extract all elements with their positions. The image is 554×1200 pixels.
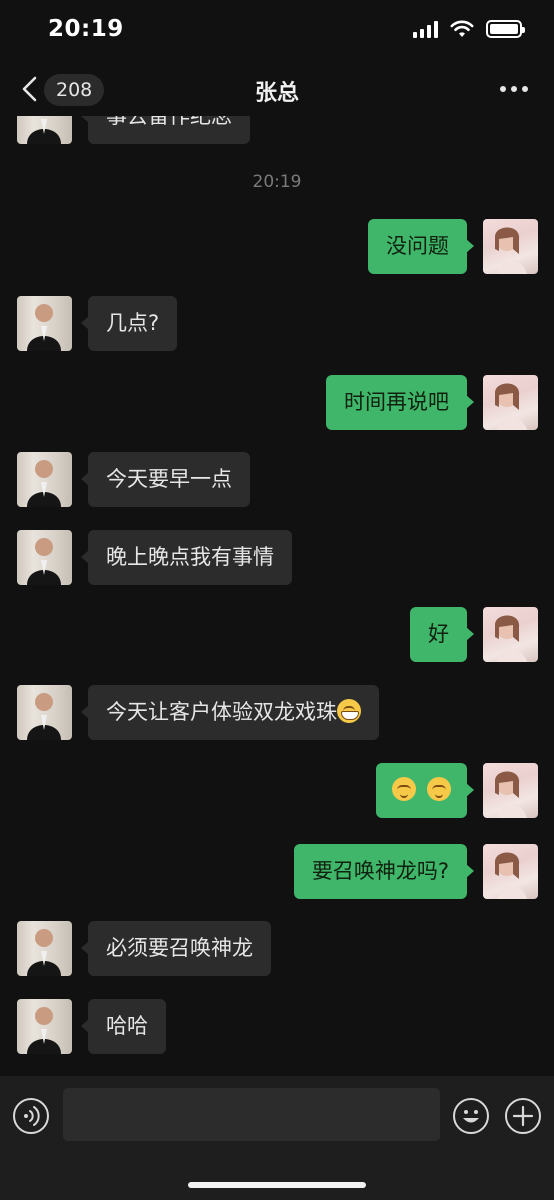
message-bubble-incoming[interactable]: 晚上晚点我有事情 <box>81 530 292 585</box>
status-time: 20:19 <box>48 16 124 42</box>
chat-header: 208 张总 <box>0 62 554 116</box>
emoji-icon[interactable] <box>453 1098 489 1134</box>
contact-avatar[interactable] <box>17 116 72 144</box>
contact-avatar[interactable] <box>17 452 72 507</box>
message-input[interactable] <box>63 1088 440 1141</box>
message-bubble-incoming[interactable]: 几点? <box>80 296 178 351</box>
contact-avatar[interactable] <box>17 921 72 976</box>
wifi-icon <box>450 20 474 37</box>
blushing-emoji-icon <box>427 777 451 801</box>
my-avatar[interactable] <box>483 219 538 274</box>
message-list[interactable]: 事去留作纪念 20:19 没问题 几点? 时间再说吧 今天要早一点 晚上晚点我有… <box>0 116 554 1076</box>
status-bar: 20:19 <box>0 0 554 62</box>
battery-icon <box>486 20 525 38</box>
message-bubble-incoming[interactable]: 哈哈 <box>81 999 166 1054</box>
more-dots-icon[interactable] <box>500 86 528 92</box>
contact-avatar[interactable] <box>17 999 72 1054</box>
input-bar <box>0 1076 554 1200</box>
message-bubble-outgoing[interactable]: 没问题 <box>368 219 474 274</box>
message-bubble-incoming[interactable]: 今天要早一点 <box>81 452 250 507</box>
message-bubble-incoming[interactable]: 今天让客户体验双龙戏珠 <box>81 685 379 740</box>
voice-icon[interactable] <box>13 1098 49 1134</box>
message-bubble-outgoing[interactable]: 要召唤神龙吗? <box>293 844 475 899</box>
contact-avatar[interactable] <box>17 296 72 351</box>
my-avatar[interactable] <box>483 763 538 818</box>
status-icons <box>413 20 525 38</box>
message-bubble-incoming[interactable]: 必须要召唤神龙 <box>81 921 271 976</box>
message-bubble-outgoing[interactable]: 时间再说吧 <box>326 375 474 430</box>
home-indicator <box>188 1182 366 1188</box>
message-bubble-outgoing[interactable] <box>376 763 474 818</box>
chat-title: 张总 <box>254 81 299 106</box>
contact-avatar[interactable] <box>17 530 72 585</box>
plus-icon[interactable] <box>505 1098 541 1134</box>
message-bubble[interactable]: 事去留作纪念 <box>81 116 250 144</box>
cellular-signal-icon <box>413 20 438 38</box>
blushing-emoji-icon <box>392 777 417 801</box>
my-avatar[interactable] <box>483 844 538 899</box>
grinning-emoji-icon <box>337 699 361 723</box>
message-timestamp: 20:19 <box>252 172 302 192</box>
my-avatar[interactable] <box>483 607 538 662</box>
my-avatar[interactable] <box>483 375 538 430</box>
message-text: 今天让客户体验双龙戏珠 <box>106 700 337 724</box>
message-bubble-outgoing[interactable]: 好 <box>410 607 474 662</box>
contact-avatar[interactable] <box>17 685 72 740</box>
